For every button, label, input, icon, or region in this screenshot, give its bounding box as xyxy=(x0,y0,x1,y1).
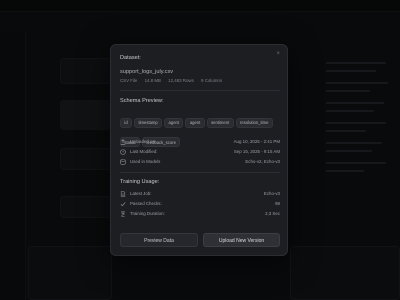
column-count: 9 Columns xyxy=(201,78,223,83)
info-label: Last Modified: xyxy=(130,149,158,154)
training-value: 98 xyxy=(275,201,280,206)
info-row-models: Used in Models Echo-v2, Echo-v3 xyxy=(120,158,280,166)
document-icon xyxy=(120,190,126,197)
training-row-latest-job: Latest Job: Echo-v3 xyxy=(120,190,280,198)
info-value: Sep 15, 2025 - 9:15 AM xyxy=(233,149,280,154)
preview-data-button[interactable]: Preview Data xyxy=(120,233,198,247)
schema-chip: agent xyxy=(185,117,205,128)
file-type: CSV File xyxy=(120,78,138,83)
row-count: 12,483 Rows xyxy=(168,78,194,83)
upload-icon xyxy=(120,138,126,145)
training-value: 2,3 Sec xyxy=(265,211,280,216)
info-value: Aug 10, 2025 - 2:41 PM xyxy=(233,139,280,144)
training-title: Training Usage: xyxy=(120,179,160,185)
file-size: 14.8 MB xyxy=(144,78,161,83)
info-label: Uploaded on xyxy=(130,139,155,144)
info-row-modified: Last Modified: Sep 15, 2025 - 9:15 AM xyxy=(120,148,280,156)
schema-title: Schema Preview: xyxy=(120,98,164,104)
divider xyxy=(120,172,280,173)
dataset-modal: × Dataset: support_logs_july.csv CSV Fil… xyxy=(110,44,288,256)
file-name: support_logs_july.csv xyxy=(120,69,174,75)
schema-chip: timestamp xyxy=(134,117,163,128)
info-label: Used in Models xyxy=(130,159,161,164)
training-row-passed-checks: Passed Checks: 98 xyxy=(120,200,280,208)
close-icon[interactable]: × xyxy=(276,51,280,57)
schema-chip: sentiment xyxy=(206,117,234,128)
schema-chip: resolution_time xyxy=(235,117,273,128)
clock-icon xyxy=(120,148,126,155)
file-meta: CSV File 14.8 MB 12,483 Rows 9 Columns xyxy=(120,78,228,83)
schema-chip: id xyxy=(120,117,133,128)
training-label: Latest Job: xyxy=(130,191,152,196)
upload-new-version-button[interactable]: Upload New Version xyxy=(203,233,280,247)
check-icon xyxy=(120,201,126,207)
hourglass-icon xyxy=(120,210,126,217)
training-label: Passed Checks: xyxy=(130,201,162,206)
dataset-title: Dataset: xyxy=(120,55,141,61)
database-icon xyxy=(120,158,126,165)
schema-chip: agent xyxy=(164,117,184,128)
info-value: Echo-v2, Echo-v3 xyxy=(245,159,280,164)
training-value: Echo-v3 xyxy=(263,191,280,196)
training-label: Training Duration: xyxy=(130,211,165,216)
training-row-duration: Training Duration: 2,3 Sec xyxy=(120,210,280,218)
divider xyxy=(120,90,280,91)
info-row-uploaded: Uploaded on Aug 10, 2025 - 2:41 PM xyxy=(120,138,280,146)
